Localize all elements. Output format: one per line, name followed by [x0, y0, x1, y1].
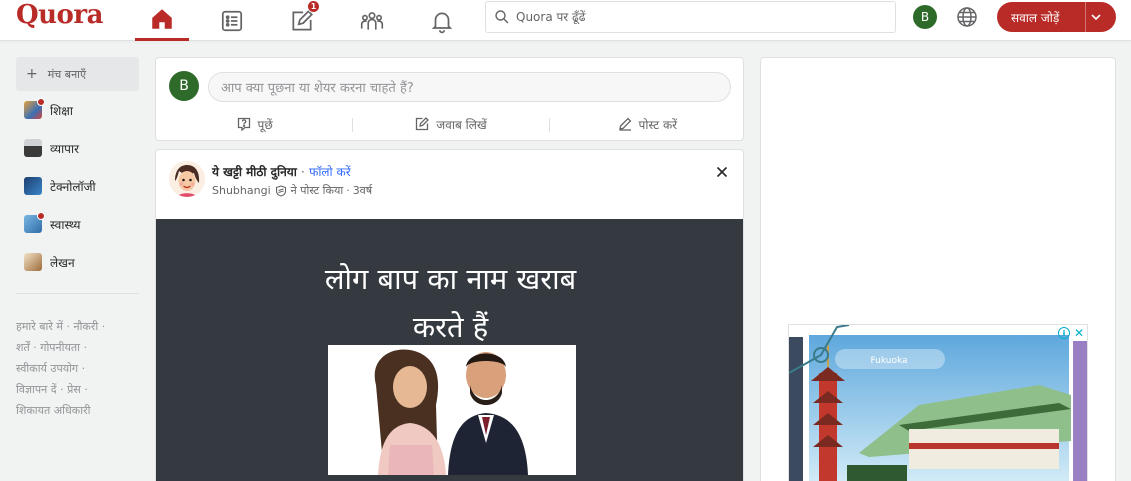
footer-link[interactable]: शिकायत अधिकारी [16, 404, 90, 417]
post-meta: Shubhangi ने पोस्ट किया · 3वर्ष [212, 183, 372, 198]
feed-list-icon [221, 10, 243, 31]
answer-label: जवाब लिखें [436, 117, 487, 132]
business-topic-icon [24, 139, 42, 157]
cartoon-woman-avatar [169, 161, 205, 197]
separator-dot: · [346, 184, 350, 197]
answer-button[interactable]: जवाब लिखें [352, 110, 548, 138]
footer-link[interactable]: गोपनीयता [40, 341, 80, 354]
plus-icon: + [26, 66, 38, 82]
left-sidebar: + मंच बनाएँ शिक्षा व्यापार टेक्नोलॉजी स्… [16, 57, 139, 421]
space-avatar[interactable] [169, 161, 205, 197]
feed-post: ये खट्टी मीठी दुनिया · फॉलो करें Shubhan… [155, 149, 744, 481]
spaces-nav-button[interactable] [345, 0, 399, 41]
close-icon[interactable] [714, 164, 730, 180]
footer-link[interactable]: प्रेस [67, 383, 81, 396]
post-label: पोस्ट करें [638, 117, 678, 132]
ask-question-card: B आप क्या पूछना या शेयर करना चाहते हैं? … [155, 57, 744, 141]
people-icon [360, 11, 384, 30]
sidebar-item-label: शिक्षा [50, 103, 73, 118]
posted-text: ने पोस्ट किया [290, 184, 344, 197]
sidebar-item-technology[interactable]: टेक्नोलॉजी [16, 167, 139, 205]
adchoices-info-icon[interactable]: i [1057, 327, 1070, 339]
bell-icon [431, 12, 453, 33]
chevron-down-icon[interactable] [1089, 10, 1103, 24]
quora-logo[interactable]: Quora [16, 0, 103, 30]
footer-link[interactable]: नौकरी [73, 320, 98, 333]
sidebar-item-label: व्यापार [50, 141, 80, 156]
meme-line: लोग बाप का नाम खराब [324, 262, 577, 296]
couple-photo-illustration [328, 345, 576, 475]
user-avatar[interactable]: B [169, 71, 199, 101]
shield-icon [275, 184, 286, 197]
sidebar-item-business[interactable]: व्यापार [16, 129, 139, 167]
pencil-icon [618, 117, 631, 131]
post-header: ये खट्टी मीठी दुनिया · फॉलो करें [212, 163, 351, 180]
technology-topic-icon [24, 177, 42, 195]
sidebar-item-writing[interactable]: लेखन [16, 243, 139, 281]
question-icon [237, 117, 250, 132]
writing-topic-icon [24, 253, 42, 271]
answer-nav-button[interactable]: 1 [275, 0, 329, 41]
post-image[interactable]: लोग बाप का नाम खराब करते हैं [156, 219, 743, 481]
add-question-label: सवाल जोड़ें [1011, 10, 1060, 25]
ad-caption: Fukuoka [870, 356, 907, 366]
education-topic-icon [24, 98, 45, 119]
ask-label: पूछें [257, 117, 273, 132]
unread-dot [37, 212, 45, 220]
ad-image: Fukuoka [789, 325, 1087, 481]
search-icon [495, 10, 509, 24]
advertisement[interactable]: Fukuoka i ✕ [788, 324, 1088, 481]
post-button[interactable]: पोस्ट करें [548, 110, 745, 138]
search-input[interactable] [516, 10, 876, 24]
ask-actions: पूछें जवाब लिखें पोस्ट करें [156, 110, 745, 138]
footer-link[interactable]: शर्तें [16, 341, 30, 354]
ad-close-icon[interactable]: ✕ [1074, 326, 1084, 340]
add-question-button[interactable]: सवाल जोड़ें [997, 2, 1116, 32]
create-space-button[interactable]: + मंच बनाएँ [16, 57, 139, 91]
notification-badge: 1 [307, 0, 320, 13]
footer-link[interactable]: विज्ञापन दें [16, 383, 57, 396]
post-age[interactable]: 3वर्ष [353, 183, 372, 198]
sidebar-item-label: लेखन [50, 255, 75, 270]
sidebar-item-label: स्वास्थ्य [50, 217, 81, 232]
ask-input[interactable]: आप क्या पूछना या शेयर करना चाहते हैं? [208, 72, 731, 102]
author-name[interactable]: Shubhangi [212, 184, 271, 197]
follow-link[interactable]: फॉलो करें [309, 165, 351, 179]
sidebar-item-education[interactable]: शिक्षा [16, 91, 139, 129]
home-icon [152, 9, 172, 29]
search-box[interactable] [485, 1, 896, 33]
button-divider [1085, 2, 1086, 32]
top-navbar: Quora 1 Quora पर ढूँढें B सवाल जोड़ें [0, 0, 1131, 41]
notifications-nav-button[interactable] [415, 0, 469, 41]
sidebar-item-label: टेक्नोलॉजी [50, 179, 96, 194]
user-avatar[interactable]: B [913, 5, 937, 29]
ask-button[interactable]: पूछें [156, 110, 352, 138]
sidebar-divider [16, 293, 139, 294]
meme-line: करते हैं [412, 310, 489, 344]
edit-icon [416, 117, 430, 131]
separator-dot: · [301, 165, 305, 179]
following-nav-button[interactable] [205, 0, 259, 41]
sidebar-item-health[interactable]: स्वास्थ्य [16, 205, 139, 243]
couple-photo [328, 345, 576, 475]
meme-caption: लोग बाप का नाम खराब करते हैं [156, 255, 743, 351]
health-topic-icon [24, 212, 45, 233]
globe-icon[interactable] [955, 5, 979, 29]
unread-dot [37, 98, 45, 106]
space-name[interactable]: ये खट्टी मीठी दुनिया [212, 165, 297, 179]
home-nav-button[interactable] [135, 0, 189, 41]
footer-links: हमारे बारे में · नौकरी · शर्तें · गोपनीय… [16, 320, 106, 417]
footer-link[interactable]: हमारे बारे में [16, 320, 63, 333]
create-space-label: मंच बनाएँ [47, 67, 87, 81]
footer-link[interactable]: स्वीकार्य उपयोग [16, 362, 78, 375]
ad-controls: i ✕ [1057, 326, 1084, 340]
